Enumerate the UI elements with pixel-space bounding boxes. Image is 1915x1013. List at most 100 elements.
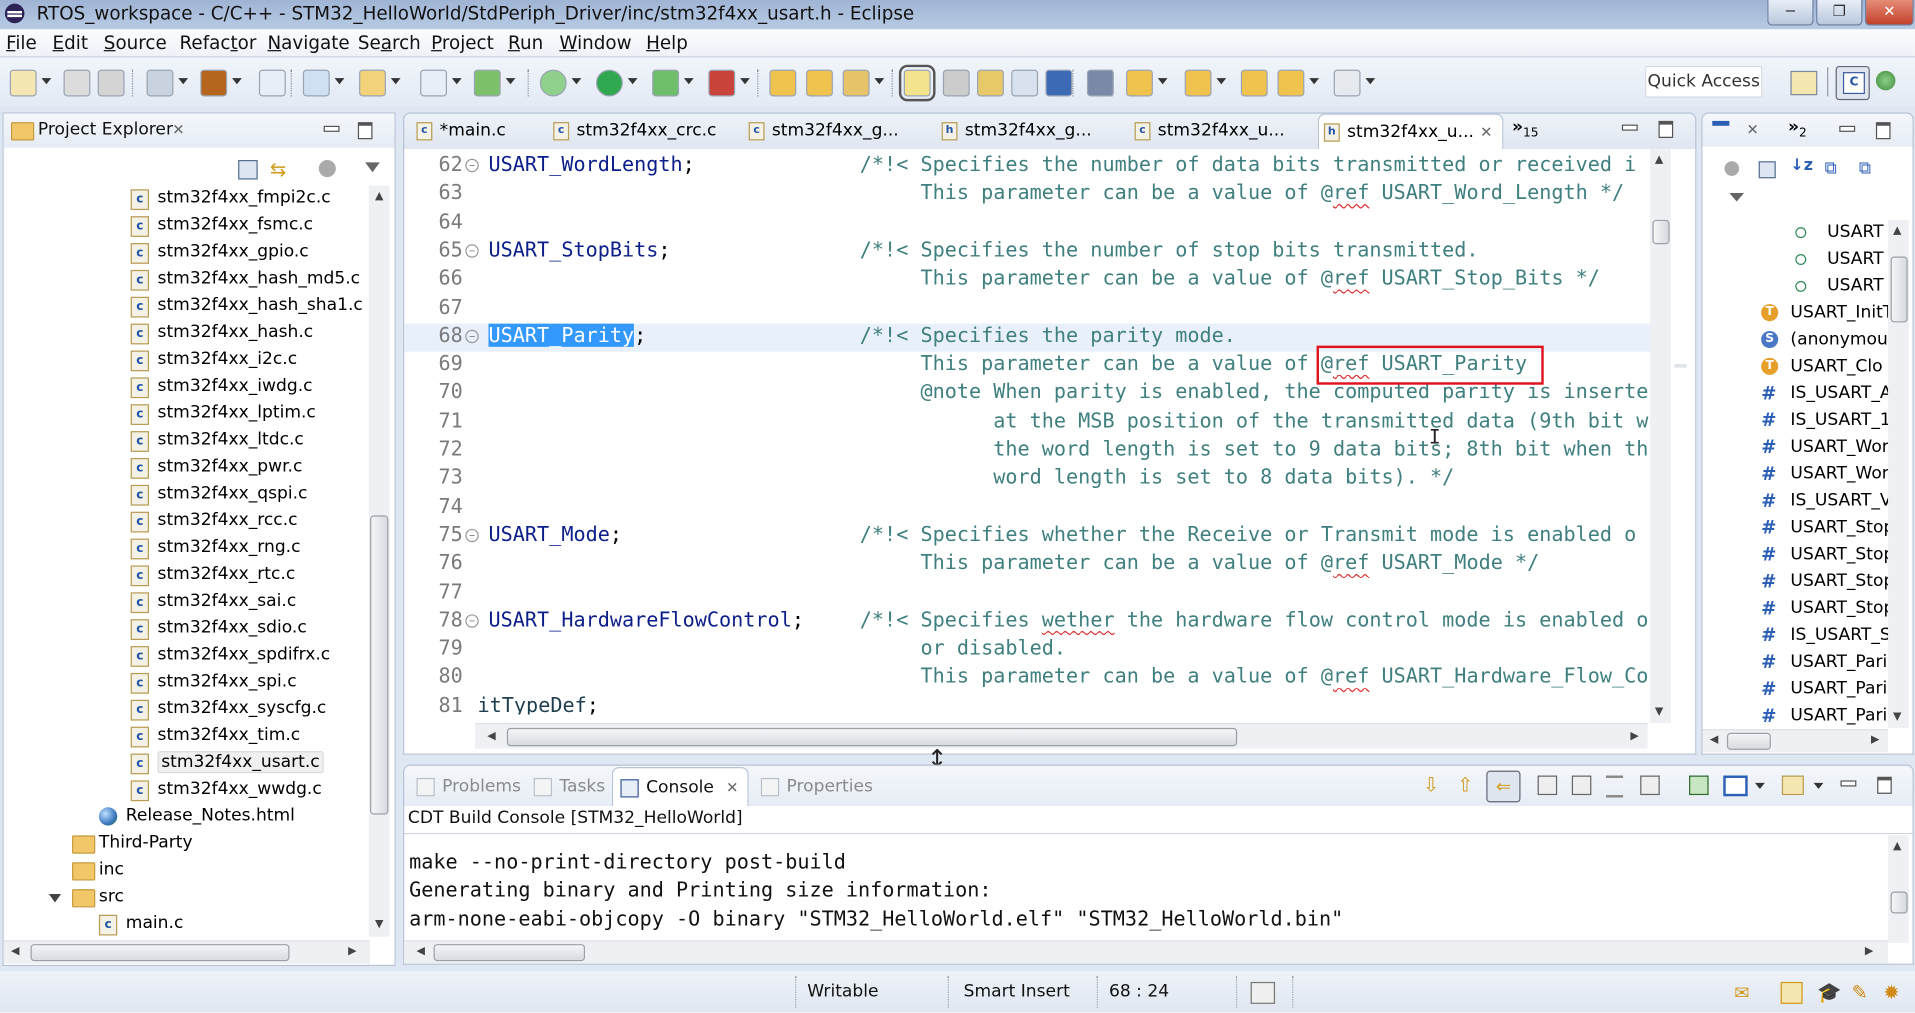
- collapsed-arrow-icon[interactable]: [109, 702, 120, 717]
- collapsed-arrow-icon[interactable]: [109, 594, 120, 610]
- collapsed-arrow-icon[interactable]: [109, 352, 120, 368]
- code-line[interactable]: 72 the word length is set to 9 data bits…: [404, 437, 1650, 465]
- new-console-dropdown[interactable]: [1813, 782, 1824, 789]
- last-edit-location-icon[interactable]: [1240, 69, 1268, 97]
- menu-source[interactable]: Source: [104, 32, 167, 54]
- explorer-hscroll-thumb[interactable]: [30, 944, 290, 962]
- close-button[interactable]: ✕: [1864, 0, 1914, 26]
- tree-item[interactable]: c stm32f4xx_ltdc.c: [4, 427, 370, 454]
- new-dropdown[interactable]: [41, 78, 52, 85]
- new-icon[interactable]: [9, 69, 37, 97]
- tree-item[interactable]: c stm32f4xx_gpio.c: [4, 239, 370, 266]
- code-line[interactable]: 74: [404, 494, 1650, 522]
- console-scroll-up[interactable]: ▲: [1893, 840, 1901, 852]
- editor-horizontal-scrollbar[interactable]: ◀ ▶: [475, 723, 1648, 749]
- outline-item[interactable]: T USART_Clo: [1702, 354, 1888, 381]
- minimize-editor-button[interactable]: [1621, 124, 1638, 131]
- minimize-view-button[interactable]: [323, 125, 340, 132]
- code-line[interactable]: 65− USART_StopBits; /*!< Specifies the num…: [404, 238, 1650, 266]
- code-line[interactable]: 66 This parameter can be a value of @ref…: [404, 266, 1650, 294]
- code-line[interactable]: 76 This parameter can be a value of @ref…: [404, 551, 1650, 579]
- display-console-dropdown[interactable]: [1755, 782, 1765, 789]
- sort-icon[interactable]: ↓z: [1790, 156, 1813, 174]
- manage-configurations-icon[interactable]: [146, 69, 174, 97]
- fold-toggle-icon[interactable]: −: [465, 614, 479, 628]
- collapse-all-icon[interactable]: [1758, 161, 1776, 179]
- maximize-outline-button[interactable]: [1875, 122, 1891, 140]
- menu-edit[interactable]: Edit: [53, 32, 88, 54]
- collapse-all-icon[interactable]: [238, 159, 258, 180]
- tree-item[interactable]: c stm32f4xx_wwdg.c: [4, 777, 370, 804]
- debug-perspective-icon[interactable]: [1875, 70, 1896, 91]
- console-hscroll-thumb[interactable]: [433, 944, 586, 962]
- collapsed-arrow-icon[interactable]: [109, 433, 120, 449]
- whats-new-icon[interactable]: ✹: [1883, 981, 1899, 1004]
- fold-toggle-icon[interactable]: −: [465, 244, 479, 258]
- tree-item[interactable]: c stm32f4xx_sai.c: [4, 589, 370, 616]
- console-vertical-scrollbar[interactable]: ▲: [1888, 835, 1909, 943]
- outline-item[interactable]: # USART_Pari: [1702, 650, 1888, 677]
- hide-fields-icon[interactable]: ⧉: [1825, 159, 1837, 179]
- collapsed-arrow-icon[interactable]: [109, 245, 120, 261]
- collapsed-arrow-icon[interactable]: [109, 675, 120, 691]
- code-line[interactable]: 73 word length is set to 8 data bits). *…: [404, 466, 1650, 494]
- tree-item[interactable]: c stm32f4xx_tim.c: [4, 723, 370, 750]
- outline-item[interactable]: # USART_Wor: [1702, 462, 1888, 489]
- menu-navigate[interactable]: Navigate: [267, 32, 349, 54]
- code-line[interactable]: 64: [404, 210, 1650, 238]
- tree-item[interactable]: c stm32f4xx_i2c.c: [4, 347, 370, 374]
- collapsed-arrow-icon[interactable]: [109, 218, 120, 234]
- collapsed-arrow-icon[interactable]: [109, 648, 120, 664]
- scroll-right-arrow[interactable]: ▶: [348, 945, 356, 957]
- new-class-icon[interactable]: [473, 69, 501, 97]
- editor-scroll-down-arrow[interactable]: ▼: [1655, 706, 1663, 718]
- close-console-tab-icon[interactable]: ✕: [726, 779, 738, 796]
- tree-item[interactable]: c stm32f4xx_sdio.c: [4, 616, 370, 643]
- filter-icon[interactable]: [318, 159, 336, 178]
- code-line[interactable]: 77: [404, 580, 1650, 608]
- display-selected-console-icon[interactable]: [1606, 775, 1624, 798]
- tree-item[interactable]: c stm32f4xx_fmpi2c.c: [4, 186, 370, 213]
- new-console-icon[interactable]: [1781, 775, 1804, 796]
- more-tabs-button[interactable]: »15: [1512, 117, 1539, 140]
- show-console-on-output-icon[interactable]: ⇧: [1457, 773, 1473, 796]
- outline-scroll-up[interactable]: ▲: [1893, 225, 1901, 237]
- new-c-project-dropdown[interactable]: [334, 78, 345, 85]
- tree-item[interactable]: Release_Notes.html: [4, 804, 370, 831]
- outline-scroll-left[interactable]: ◀: [1710, 734, 1718, 746]
- display-console-icon[interactable]: [1723, 775, 1748, 797]
- collapsed-arrow-icon[interactable]: [51, 836, 62, 852]
- editor-scroll-thumb[interactable]: [1652, 219, 1670, 245]
- build-all-icon[interactable]: [258, 69, 286, 97]
- menu-project[interactable]: Project: [431, 32, 494, 54]
- samples-icon[interactable]: ✎: [1851, 981, 1867, 1004]
- bottom-tab-problems[interactable]: Problems: [409, 772, 521, 804]
- hide-static-icon[interactable]: ⧉: [1859, 159, 1871, 179]
- explorer-scroll-thumb[interactable]: [370, 515, 389, 815]
- welcome-icon[interactable]: [1780, 981, 1803, 1004]
- toggle-mark-occurrences-icon[interactable]: [898, 64, 936, 102]
- outline-item[interactable]: # IS_USART_V: [1702, 489, 1888, 516]
- editor-tab[interactable]: c stm32f4xx_u...: [1130, 114, 1311, 148]
- clear-console-icon[interactable]: [1537, 775, 1558, 796]
- outline-item[interactable]: # USART_Stop: [1702, 596, 1888, 623]
- collapsed-arrow-icon[interactable]: [109, 299, 120, 314]
- minimize-console-button[interactable]: [1840, 780, 1857, 787]
- tree-item[interactable]: c stm32f4xx_pwr.c: [4, 454, 370, 481]
- close-view-icon[interactable]: ✕: [172, 121, 184, 138]
- fold-toggle-icon[interactable]: −: [465, 528, 479, 543]
- forward-dropdown[interactable]: [1365, 78, 1376, 85]
- search-icon[interactable]: [842, 69, 870, 97]
- search-dropdown[interactable]: [874, 78, 885, 85]
- open-console-icon[interactable]: [1689, 775, 1709, 796]
- show-whitespace-icon[interactable]: [1045, 69, 1073, 97]
- editor-tab[interactable]: c *main.c: [412, 114, 534, 148]
- external-tools-dropdown[interactable]: [740, 78, 750, 85]
- fold-toggle-icon[interactable]: −: [465, 158, 479, 173]
- outline-item[interactable]: # USART_Pari: [1702, 703, 1888, 730]
- tree-item[interactable]: c stm32f4xx_rtc.c: [4, 562, 370, 589]
- new-source-file-dropdown[interactable]: [451, 78, 462, 85]
- next-annotation-icon[interactable]: [1126, 69, 1153, 97]
- block-selection-icon[interactable]: [1011, 69, 1039, 97]
- outline-menu-icon[interactable]: [1729, 192, 1745, 202]
